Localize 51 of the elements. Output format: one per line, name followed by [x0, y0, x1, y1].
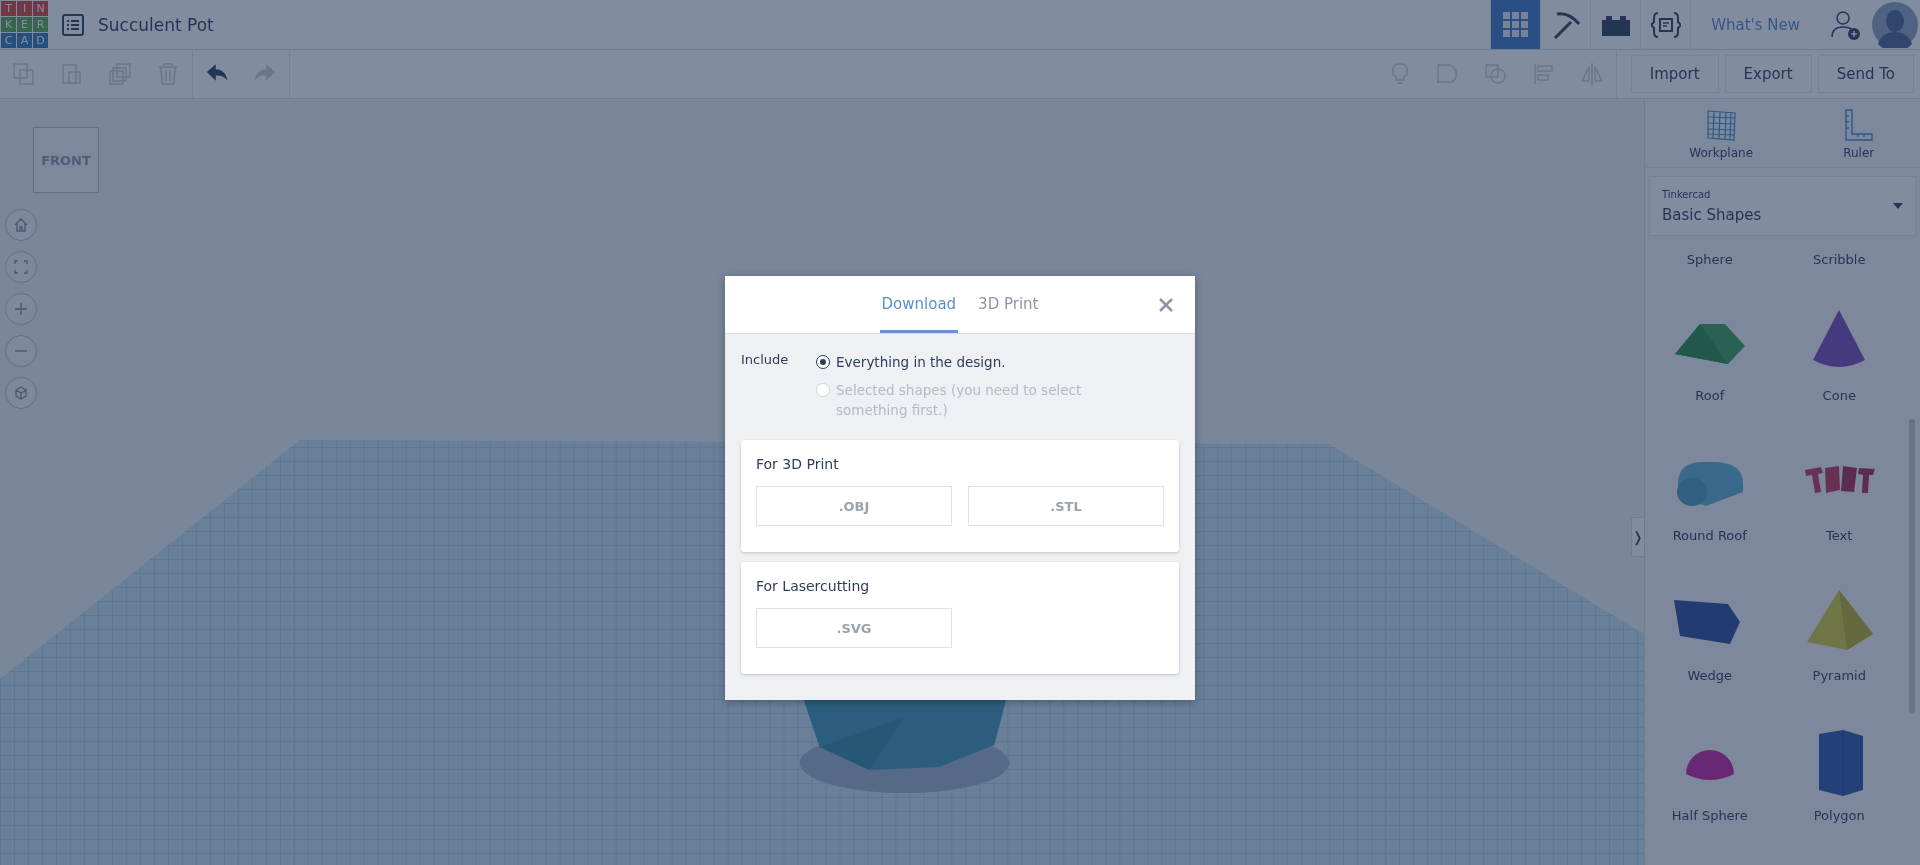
zoom-in-button[interactable] — [5, 293, 37, 325]
shape-item[interactable]: Half Sphere — [1645, 687, 1775, 827]
code-brackets-icon — [1650, 9, 1681, 40]
toolbar-button[interactable]: Import — [1630, 55, 1719, 93]
caret-icon — [1893, 203, 1903, 209]
shape-item[interactable]: Cone — [1774, 267, 1904, 407]
library-dropdown[interactable]: Tinkercad Basic Shapes — [1649, 176, 1916, 236]
include-label: Include — [741, 352, 790, 369]
mirror-icon — [1578, 61, 1605, 87]
list-icon[interactable] — [62, 13, 84, 36]
shape-label[interactable]: Sphere — [1645, 244, 1775, 267]
card-title: For 3D Print — [756, 456, 840, 472]
collapse-panel-button[interactable]: ❭ — [1631, 517, 1645, 557]
shape-item[interactable]: Pyramid — [1774, 547, 1904, 687]
radio-option[interactable]: Everything in the design. — [816, 352, 1086, 372]
brick-icon — [1601, 13, 1630, 36]
shape-item[interactable]: Polygon — [1774, 687, 1904, 827]
card-title: For Lasercutting — [756, 578, 871, 594]
shape-item[interactable]: Roof — [1645, 267, 1775, 407]
shape-hole-icon — [1482, 61, 1509, 87]
cube-icon — [13, 385, 29, 401]
zoom-out-button[interactable] — [5, 335, 37, 367]
panel-tool-button[interactable]: Workplane — [1683, 107, 1759, 161]
home-button[interactable] — [5, 209, 37, 241]
tinkercad-logo[interactable]: T I N K E R C A D — [1, 1, 48, 48]
panel-tool-button[interactable]: Ruler — [1835, 107, 1882, 161]
minus-icon — [13, 350, 29, 352]
dialog-tab[interactable]: 3D Print — [976, 276, 1041, 333]
format-button[interactable]: .SVG — [756, 608, 952, 648]
view-button[interactable] — [1490, 0, 1541, 49]
plus-icon — [13, 301, 29, 317]
toolbar-button[interactable]: Export — [1724, 55, 1812, 93]
avatar-icon[interactable] — [1872, 1, 1918, 48]
projection-button[interactable] — [5, 377, 37, 409]
dialog-tab[interactable]: Download — [879, 276, 959, 333]
format-button[interactable]: .STL — [968, 486, 1164, 526]
shape-item[interactable]: Text — [1774, 407, 1904, 547]
close-button[interactable] — [1157, 296, 1175, 314]
format-button[interactable]: .OBJ — [756, 486, 952, 526]
add-user-icon[interactable] — [1830, 8, 1862, 41]
shape-item[interactable]: Wedge — [1645, 547, 1775, 687]
shape-item[interactable]: Round Roof — [1645, 407, 1775, 547]
shape-label[interactable]: Scribble — [1774, 244, 1904, 267]
workplane-grid-icon — [1704, 108, 1739, 142]
design-title[interactable]: Succulent Pot — [98, 14, 214, 35]
grid-icon — [1502, 11, 1529, 38]
whats-new-link[interactable]: What's New — [1690, 0, 1820, 49]
home-icon — [13, 217, 29, 233]
fit-view-icon — [13, 259, 29, 275]
toolbar-button[interactable]: Send To — [1817, 55, 1914, 93]
fit-view-button[interactable] — [5, 251, 37, 283]
